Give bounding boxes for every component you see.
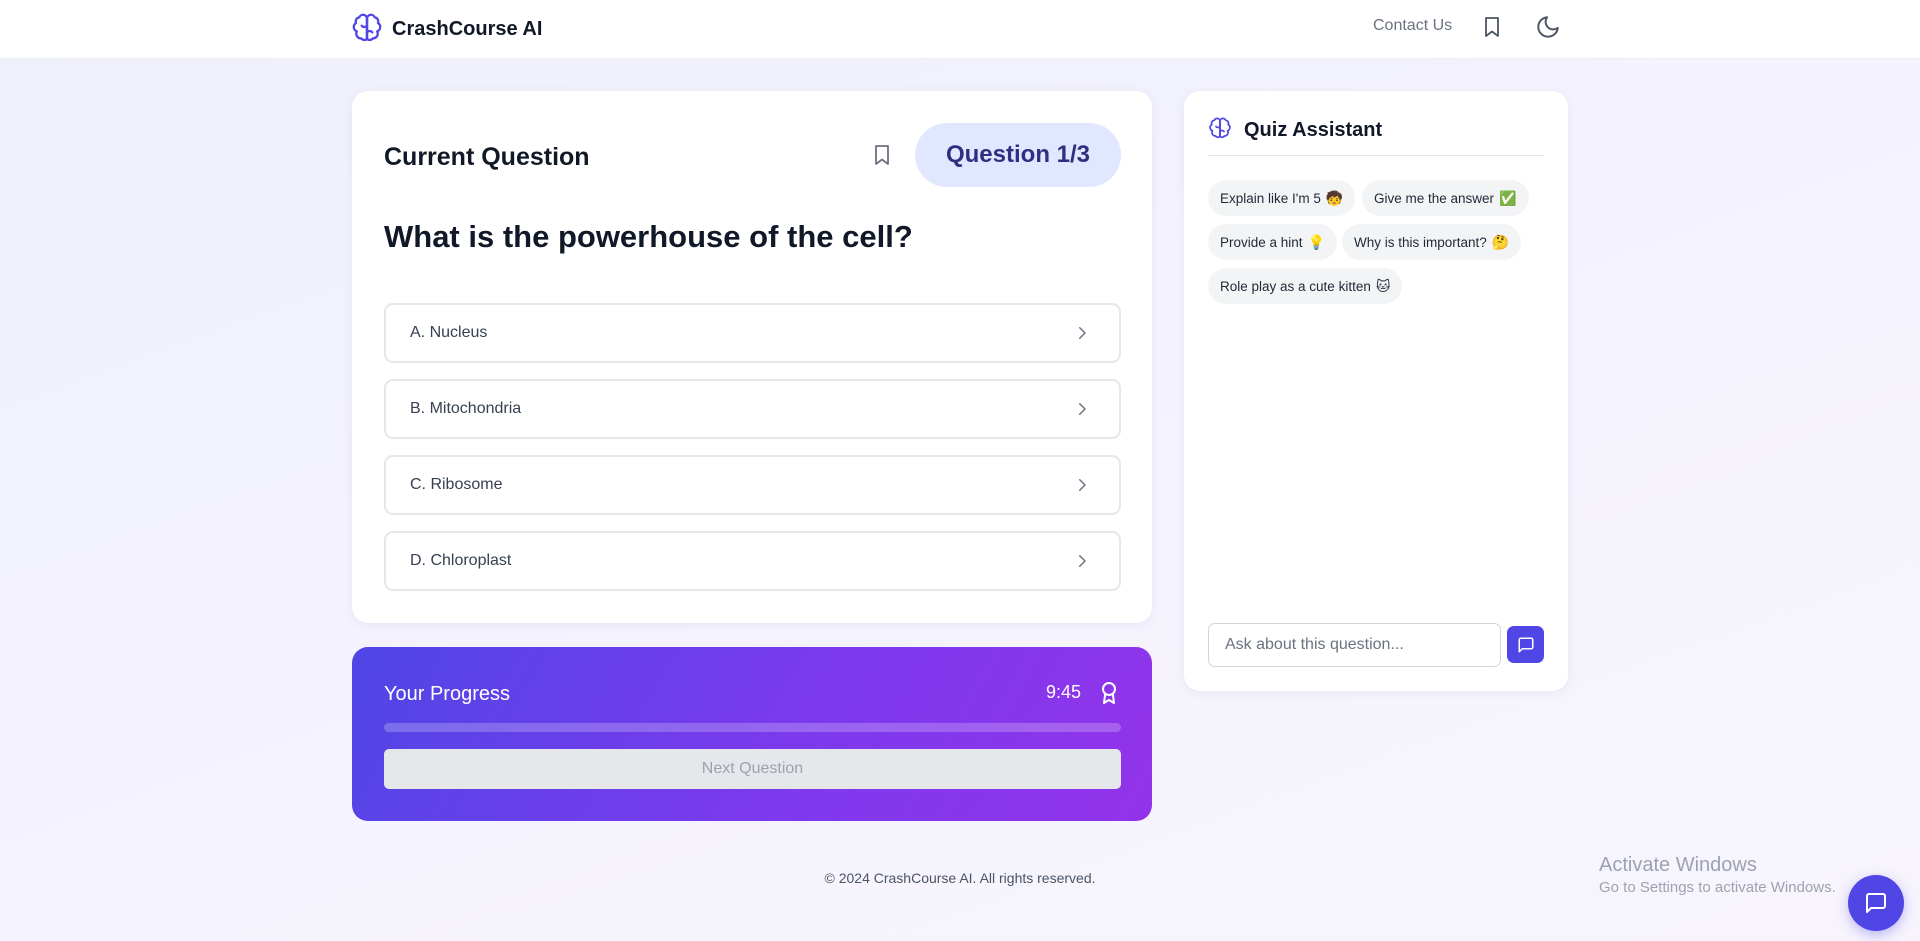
brain-icon xyxy=(1209,117,1231,139)
child-emoji-icon: 🧒 xyxy=(1325,189,1344,206)
question-text: What is the powerhouse of the cell? xyxy=(384,219,913,254)
chevron-right-icon xyxy=(1079,327,1086,339)
progress-title: Your Progress xyxy=(384,683,510,705)
top-navbar: CrashCourse AI Contact Us xyxy=(0,0,1920,59)
chip-explain-like-5[interactable]: Explain like I'm 5 🧒 xyxy=(1208,180,1356,216)
watermark-subtitle: Go to Settings to activate Windows. xyxy=(1599,879,1836,896)
chip-label: Give me the answer xyxy=(1374,190,1495,206)
option-label: A. Nucleus xyxy=(410,324,488,341)
activate-windows-watermark: Activate Windows Go to Settings to activ… xyxy=(1599,854,1836,896)
option-d[interactable]: D. Chloroplast xyxy=(384,531,1121,591)
chip-why-important[interactable]: Why is this important? 🤔 xyxy=(1342,224,1522,260)
card-title: Current Question xyxy=(384,143,590,171)
message-square-icon xyxy=(1866,893,1886,913)
bookmark-icon[interactable] xyxy=(1480,14,1504,40)
quiz-assistant-panel: Quiz Assistant Explain like I'm 5 🧒 Give … xyxy=(1184,91,1568,691)
send-message-button[interactable] xyxy=(1507,626,1544,663)
question-card: Current Question Question 1/3 What is th… xyxy=(352,91,1152,623)
chip-label: Role play as a cute kitten xyxy=(1220,278,1371,294)
brand-name: CrashCourse AI xyxy=(392,17,543,40)
option-c[interactable]: C. Ribosome xyxy=(384,455,1121,515)
brand-link[interactable]: CrashCourse AI xyxy=(351,13,542,45)
option-label: B. Mitochondria xyxy=(410,400,522,417)
chip-give-answer[interactable]: Give me the answer ✅ xyxy=(1362,180,1529,216)
chevron-right-icon xyxy=(1079,555,1086,567)
assistant-title: Quiz Assistant xyxy=(1244,119,1383,141)
question-counter-badge: Question 1/3 xyxy=(915,123,1121,187)
ask-question-input[interactable] xyxy=(1208,623,1501,667)
assistant-header: Quiz Assistant xyxy=(1208,117,1544,156)
contact-us-link[interactable]: Contact Us xyxy=(1373,17,1452,35)
watermark-title: Activate Windows xyxy=(1599,854,1757,876)
message-square-icon xyxy=(1518,637,1533,652)
option-b[interactable]: B. Mitochondria xyxy=(384,379,1121,439)
chevron-right-icon xyxy=(1079,479,1086,491)
cat-emoji-icon: 🐱 xyxy=(1375,277,1391,294)
progress-card: Your Progress 9:45 Next Question xyxy=(352,647,1152,821)
moon-icon[interactable] xyxy=(1535,14,1561,40)
thinking-emoji-icon: 🤔 xyxy=(1491,233,1510,250)
open-chat-button[interactable] xyxy=(1848,875,1904,931)
option-label: C. Ribosome xyxy=(410,476,503,493)
brain-icon xyxy=(352,13,382,42)
award-icon xyxy=(1102,682,1116,704)
option-a[interactable]: A. Nucleus xyxy=(384,303,1121,363)
chip-role-play-kitten[interactable]: Role play as a cute kitten 🐱 xyxy=(1208,268,1403,304)
chip-provide-hint[interactable]: Provide a hint 💡 xyxy=(1208,224,1337,260)
chip-label: Provide a hint xyxy=(1220,234,1303,250)
lightbulb-emoji-icon: 💡 xyxy=(1307,233,1325,250)
next-question-button[interactable]: Next Question xyxy=(384,749,1121,789)
check-emoji-icon: ✅ xyxy=(1499,189,1517,206)
chip-label: Explain like I'm 5 xyxy=(1220,190,1321,206)
progress-bar xyxy=(384,723,1121,732)
chip-label: Why is this important? xyxy=(1354,234,1487,250)
chevron-right-icon xyxy=(1079,403,1086,415)
timer-text: 9:45 xyxy=(1046,682,1082,702)
bookmark-question-icon[interactable] xyxy=(870,142,894,168)
option-label: D. Chloroplast xyxy=(410,552,512,569)
